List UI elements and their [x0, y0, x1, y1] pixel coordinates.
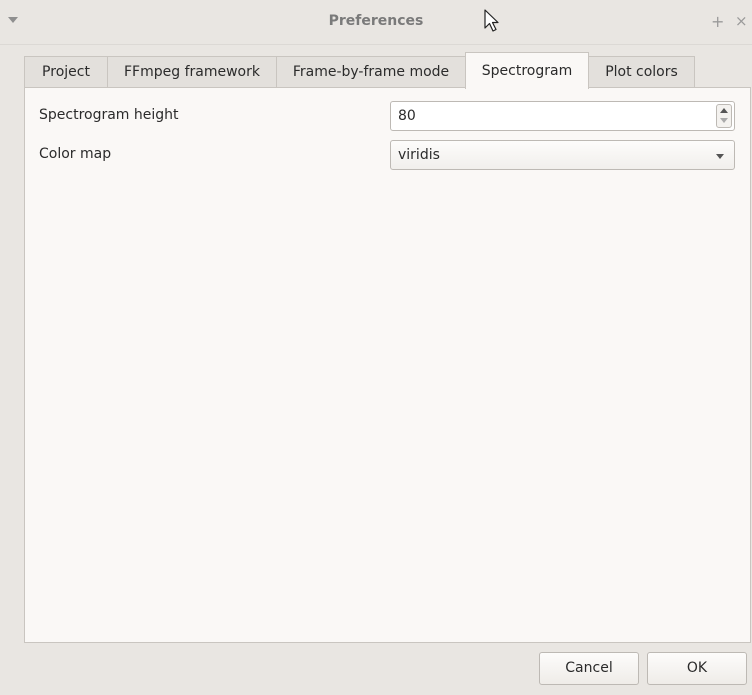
tab-plot-colors[interactable]: Plot colors — [588, 56, 695, 88]
color-map-value: viridis — [398, 147, 440, 163]
window-title: Preferences — [328, 13, 424, 29]
close-button[interactable]: × — [735, 12, 748, 30]
title-bar: Preferences + × — [0, 0, 752, 45]
chevron-down-icon — [716, 154, 724, 159]
cancel-button[interactable]: Cancel — [539, 652, 639, 685]
maximize-button[interactable]: + — [711, 12, 724, 31]
spectrogram-height-spinbox[interactable]: 80 — [390, 101, 735, 131]
tab-project[interactable]: Project — [24, 56, 108, 88]
spin-down-icon[interactable] — [720, 118, 728, 123]
mouse-cursor-icon — [484, 9, 499, 32]
spectrogram-height-label: Spectrogram height — [39, 107, 179, 123]
color-map-label: Color map — [39, 146, 112, 162]
ok-button[interactable]: OK — [647, 652, 747, 685]
spectrogram-pane: Spectrogram height 80 Color map viridis — [24, 87, 751, 643]
spin-up-icon[interactable] — [720, 108, 728, 113]
tab-spectrogram[interactable]: Spectrogram — [465, 52, 589, 89]
tab-frame-by-frame-mode[interactable]: Frame-by-frame mode — [276, 56, 466, 88]
spin-buttons[interactable] — [716, 104, 732, 128]
tab-ffmpeg-framework[interactable]: FFmpeg framework — [107, 56, 277, 88]
color-map-dropdown[interactable]: viridis — [390, 140, 735, 170]
spectrogram-height-value[interactable]: 80 — [398, 108, 416, 124]
